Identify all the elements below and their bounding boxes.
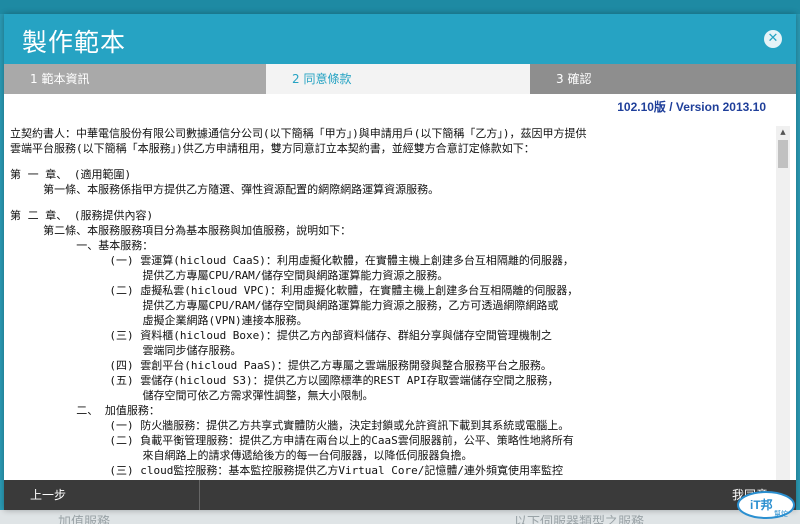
background-toolbar	[0, 0, 800, 14]
terms-line: 虛擬企業網路(VPN)連接本服務。	[10, 314, 308, 327]
wizard-steps: 1 範本資訊 2 同意條款 3 確認	[4, 64, 796, 94]
terms-line: 來自網路上的請求傳遞給後方的每一台伺服器，以降低伺服器負擔。	[10, 449, 473, 462]
terms-line: 第 二 章、 (服務提供內容)	[10, 209, 154, 222]
terms-line: (一) 雲運算(hicloud CaaS)：利用虛擬化軟體，在實體主機上創建多台…	[10, 254, 574, 267]
terms-line: 儲存空間可依乙方需求彈性調整，無大小限制。	[10, 389, 374, 402]
terms-line: 立契約書人：中華電信股份有限公司數據通信分公司(以下簡稱「甲方」)與申請用戶(以…	[10, 127, 587, 140]
terms-line: (三) cloud監控服務：基本監控服務提供乙方Virtual Core/記憶體…	[10, 464, 564, 477]
terms-line: 一、基本服務：	[10, 239, 154, 252]
modal-header: 製作範本 ✕	[4, 14, 796, 64]
ithome-watermark-logo: iT邦 幫忙	[737, 491, 795, 519]
terms-line: (二) 負載平衡管理服務：提供乙方申請在兩台以上的CaaS雲伺服器前，公平、策略…	[10, 434, 574, 447]
terms-line: (二) 虛擬私雲(hicloud VPC)：利用虛擬化軟體，在實體主機上創建多台…	[10, 284, 579, 297]
modal-footer: 上一步 我同意	[4, 480, 796, 510]
terms-spacer	[10, 156, 774, 167]
terms-content: 立契約書人：中華電信股份有限公司數據通信分公司(以下簡稱「甲方」)與申請用戶(以…	[10, 126, 774, 480]
terms-version: 102.10版 / Version 2013.10	[617, 100, 766, 114]
svg-text:iT邦: iT邦	[750, 497, 773, 512]
terms-line: 提供乙方專屬CPU/RAM/儲存空間與網路運算能力資源之服務，乙方可透過網際網路…	[10, 299, 559, 312]
terms-line: (三) 資料櫃(hicloud Boxe)：提供乙方內部資料儲存、群組分享與儲存…	[10, 329, 552, 342]
terms-line: 雲端同步儲存服務。	[10, 344, 242, 357]
terms-line: 二、 加值服務：	[10, 404, 160, 417]
step-agree-terms[interactable]: 2 同意條款	[266, 64, 530, 94]
modal-title: 製作範本	[22, 28, 127, 57]
terms-line: 第二條、本服務服務項目分為基本服務與加值服務，說明如下：	[10, 224, 352, 237]
scroll-thumb[interactable]	[778, 140, 788, 168]
background-text-right: 以下伺服器類型之服務	[514, 515, 645, 524]
terms-line: 雲端平台服務(以下簡稱「本服務」)供乙方申請租用，雙方同意訂立本契約書，並經雙方…	[10, 142, 535, 155]
scroll-up-arrow-icon[interactable]: ▲	[776, 126, 790, 138]
terms-scrollbar[interactable]: ▲	[776, 126, 790, 480]
step-confirm[interactable]: 3 確認	[530, 64, 796, 94]
background-text-left: 加值服務	[58, 515, 111, 524]
previous-step-button[interactable]: 上一步	[4, 480, 200, 510]
svg-text:幫忙: 幫忙	[774, 509, 788, 518]
terms-line: 提供乙方專屬CPU/RAM/儲存空間與網路運算能力資源之服務。	[10, 269, 449, 282]
terms-spacer	[10, 197, 774, 208]
terms-line: 第 一 章、 (適用範圍)	[10, 168, 132, 181]
terms-line: (五) 雲儲存(hicloud S3)：提供乙方以國際標準的REST API存取…	[10, 374, 559, 387]
background-footer	[0, 510, 800, 524]
terms-line: (一) 防火牆服務：提供乙方共享式實體防火牆，決定封鎖或允許資訊下載到其系統或電…	[10, 419, 570, 432]
close-icon[interactable]: ✕	[764, 30, 782, 48]
terms-line: 第一條、本服務係指甲方提供乙方隨選、彈性資源配置的網際網路運算資源服務。	[10, 183, 440, 196]
step-template-info[interactable]: 1 範本資訊	[4, 64, 266, 94]
terms-line: (四) 雲創平台(hicloud PaaS)：提供乙方專屬之雲端服務開發與整合服…	[10, 359, 552, 372]
template-modal: 製作範本 ✕ 1 範本資訊 2 同意條款 3 確認 102.10版 / Vers…	[4, 14, 796, 510]
